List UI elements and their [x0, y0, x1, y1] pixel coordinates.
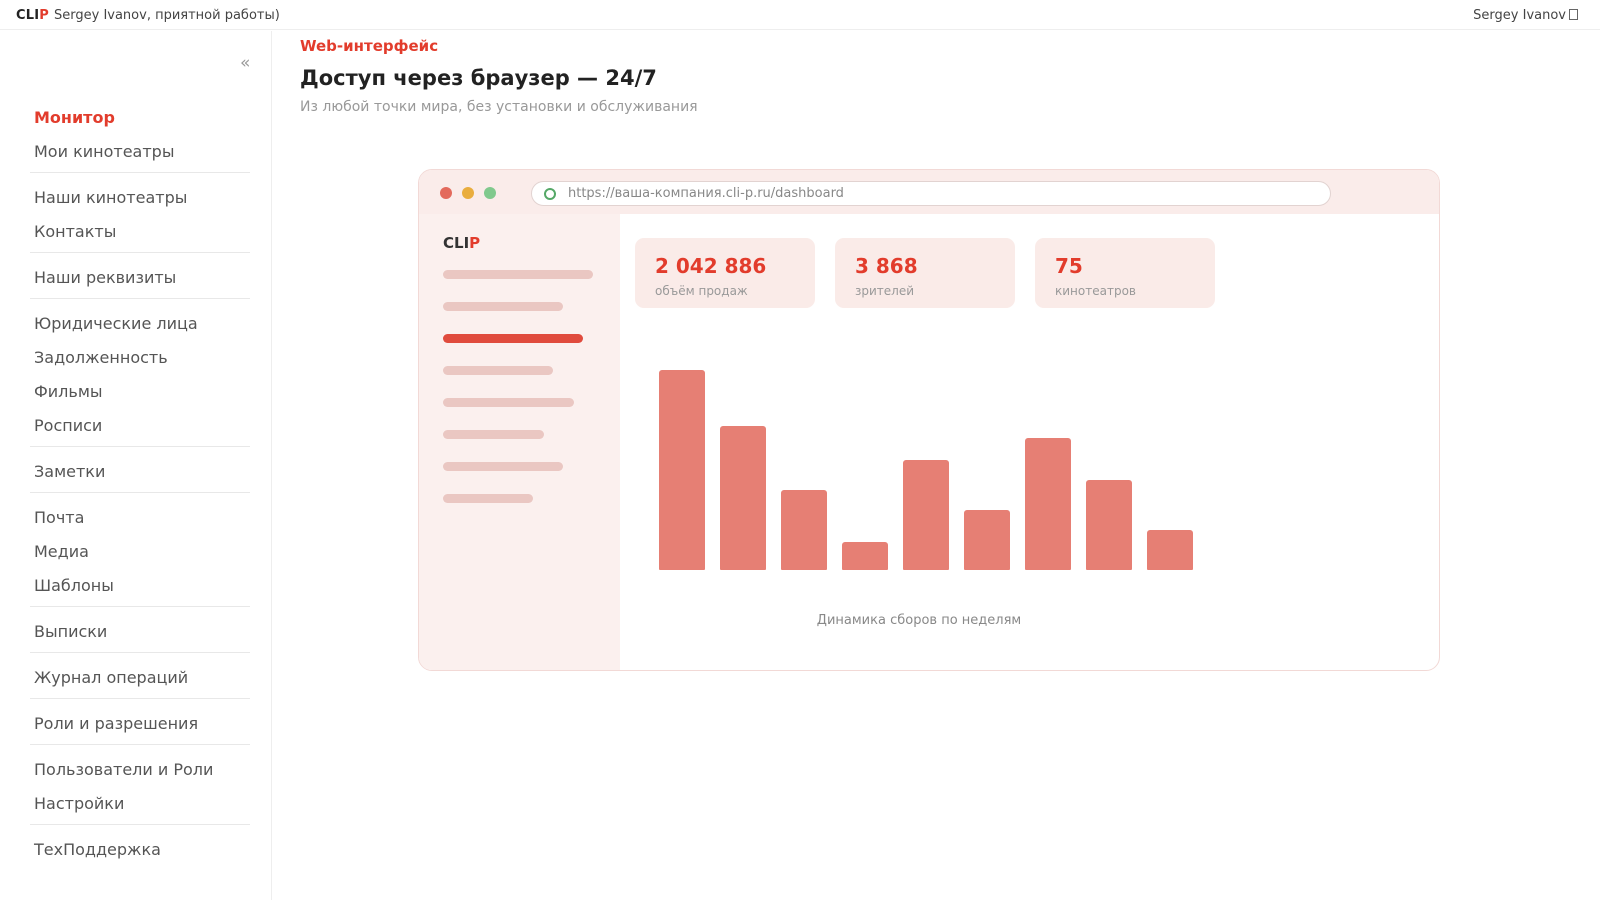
chart-bar	[903, 460, 949, 570]
sidebar-item[interactable]: Наши реквизиты	[30, 261, 250, 295]
section-eyebrow: Web-интерфейс	[300, 37, 439, 55]
stat-card-sales: 2 042 886 объём продаж	[635, 238, 815, 308]
stat-value: 75	[1055, 254, 1083, 278]
sidebar: « Монитор Мои кинотеатры Наши кинотеатры Ко…	[0, 31, 272, 900]
nav-divider	[30, 698, 250, 699]
browser-mockup: https://ваша-компания.cli-p.ru/dashboard…	[418, 169, 1440, 671]
stat-value: 2 042 886	[655, 254, 767, 278]
sidebar-item[interactable]: Задолженность	[30, 341, 250, 375]
window-minimize-dot	[462, 187, 474, 199]
mock-brand-main: CLI	[443, 234, 470, 252]
sidebar-item[interactable]: Журнал операций	[30, 661, 250, 695]
mock-brand-logo: CLIP	[443, 234, 480, 252]
chart-caption: Динамика сборов по неделям	[816, 613, 1022, 628]
chart-bar	[1025, 438, 1071, 570]
sidebar-nav: Монитор Мои кинотеатры Наши кинотеатры Конт…	[30, 101, 250, 867]
brand-main: CLI	[16, 8, 40, 23]
sidebar-item[interactable]: Почта	[30, 501, 250, 535]
sidebar-item[interactable]: Мои кинотеатры	[30, 135, 250, 169]
chart-bar	[781, 490, 827, 570]
stat-value: 3 868	[855, 254, 918, 278]
mock-menu-line-active	[443, 334, 583, 343]
mock-menu-line	[443, 302, 563, 311]
sidebar-item[interactable]: Пользователи и Роли	[30, 753, 250, 787]
chart-bar	[659, 370, 705, 570]
mock-menu-line	[443, 430, 544, 439]
address-url: https://ваша-компания.cli-p.ru/dashboard	[568, 186, 844, 201]
nav-divider	[30, 492, 250, 493]
top-bar: CLIP Sergey Ivanov, приятной работы) Ser…	[0, 0, 1600, 30]
nav-divider	[30, 252, 250, 253]
sidebar-item[interactable]: Шаблоны	[30, 569, 250, 603]
dropdown-icon	[1569, 9, 1578, 20]
window-close-dot	[440, 187, 452, 199]
nav-divider	[30, 298, 250, 299]
sidebar-item[interactable]: Роли и разрешения	[30, 707, 250, 741]
stat-card-viewers: 3 868 зрителей	[835, 238, 1015, 308]
sidebar-item[interactable]: Фильмы	[30, 375, 250, 409]
chart-bar	[1086, 480, 1132, 570]
mock-menu-line	[443, 462, 563, 471]
page-subtitle: Из любой точки мира, без установки и обс…	[300, 99, 698, 115]
browser-toolbar: https://ваша-компания.cli-p.ru/dashboard	[419, 170, 1439, 214]
stat-card-cinemas: 75 кинотеатров	[1035, 238, 1215, 308]
user-name: Sergey Ivanov	[1473, 8, 1566, 23]
nav-divider	[30, 172, 250, 173]
mock-menu-line	[443, 366, 553, 375]
mock-brand-accent: P	[469, 234, 481, 252]
mock-sidebar: CLIP	[419, 214, 620, 670]
sidebar-item[interactable]: Медиа	[30, 535, 250, 569]
stat-label: кинотеатров	[1055, 284, 1136, 298]
page-title: Доступ через браузер — 24/7	[300, 66, 657, 90]
mock-menu-line	[443, 494, 533, 503]
secure-icon	[544, 188, 556, 200]
nav-divider	[30, 606, 250, 607]
brand-logo[interactable]: CLIP	[16, 8, 49, 23]
chart-bar	[964, 510, 1010, 570]
chart-bar	[842, 542, 888, 570]
nav-divider	[30, 652, 250, 653]
chart-bar	[1147, 530, 1193, 570]
stat-label: зрителей	[855, 284, 915, 298]
sidebar-item[interactable]: Заметки	[30, 455, 250, 489]
address-bar: https://ваша-компания.cli-p.ru/dashboard	[531, 181, 1331, 206]
mock-menu-line	[443, 270, 593, 279]
sidebar-item[interactable]: ТехПоддержка	[30, 833, 250, 867]
window-maximize-dot	[484, 187, 496, 199]
sidebar-item[interactable]: Росписи	[30, 409, 250, 443]
brand-accent: P	[39, 8, 49, 23]
collapse-sidebar-icon[interactable]: «	[240, 53, 250, 73]
nav-divider	[30, 744, 250, 745]
stat-label: объём продаж	[655, 284, 748, 298]
greeting-text: Sergey Ivanov, приятной работы)	[54, 8, 280, 23]
mock-menu-line	[443, 398, 574, 407]
user-menu[interactable]: Sergey Ivanov	[1473, 8, 1578, 23]
nav-divider	[30, 446, 250, 447]
sidebar-item[interactable]: Наши кинотеатры	[30, 181, 250, 215]
sidebar-item[interactable]: Выписки	[30, 615, 250, 649]
nav-divider	[30, 824, 250, 825]
sidebar-item[interactable]: Настройки	[30, 787, 250, 821]
weekly-revenue-chart	[659, 350, 1219, 570]
sidebar-item[interactable]: Монитор	[30, 101, 250, 135]
sidebar-item[interactable]: Юридические лица	[30, 307, 250, 341]
chart-bar	[720, 426, 766, 570]
sidebar-item[interactable]: Контакты	[30, 215, 250, 249]
